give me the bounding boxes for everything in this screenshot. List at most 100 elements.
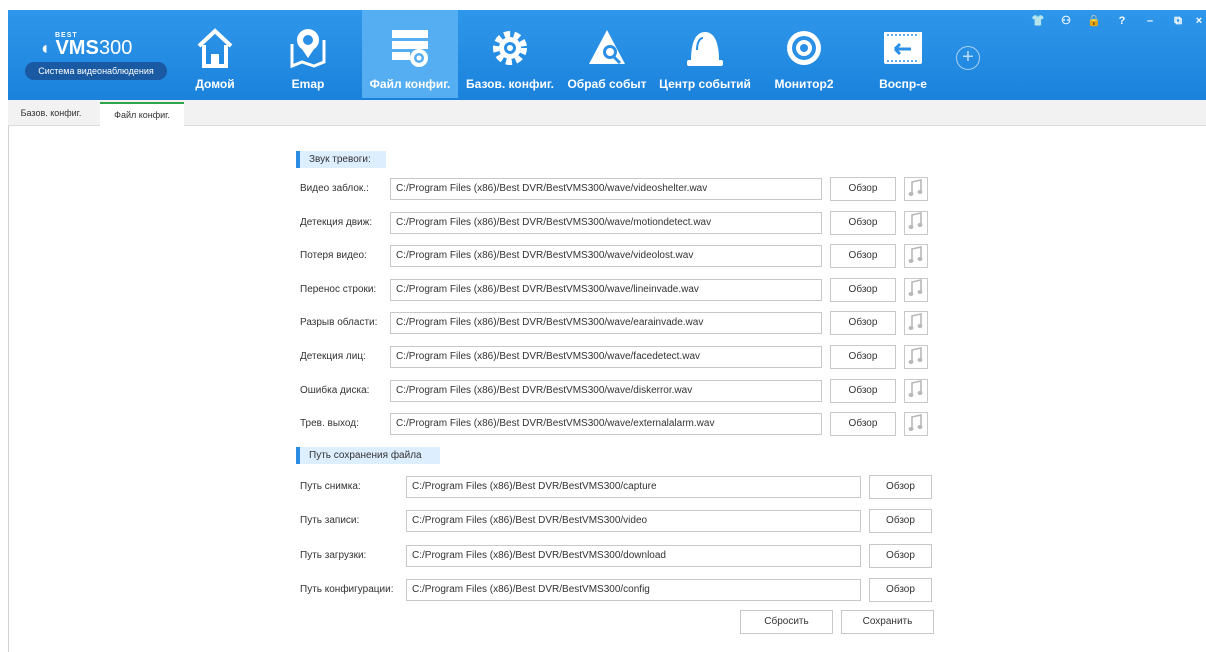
- nav-event-center[interactable]: Центр событий: [652, 10, 758, 98]
- save-path-field[interactable]: C:/Program Files (x86)/Best DVR/BestVMS3…: [406, 476, 861, 498]
- save-path-field[interactable]: C:/Program Files (x86)/Best DVR/BestVMS3…: [406, 578, 861, 601]
- playback-icon: [868, 26, 938, 70]
- alarm-sound-browse-button[interactable]: Обзор: [830, 412, 896, 437]
- alarm-sound-path-field[interactable]: C:/Program Files (x86)/Best DVR/BestVMS3…: [390, 178, 822, 200]
- alarm-sound-label: Перенос строки:: [300, 283, 377, 295]
- alarm-sound-label: Потеря видео:: [300, 250, 367, 262]
- alarm-sound-label: Детекция движ:: [300, 216, 373, 228]
- nav-emap[interactable]: Emap: [278, 10, 338, 98]
- home-icon: [180, 26, 250, 70]
- music-note-icon: [908, 413, 924, 435]
- alarm-sound-browse-button[interactable]: Обзор: [830, 244, 896, 269]
- save-path-browse-button[interactable]: Обзор: [869, 577, 932, 602]
- save-path-browse-button[interactable]: Обзор: [869, 543, 932, 568]
- logo-mark: ◖ BEST VMS: [39, 32, 99, 59]
- window-controls: 👕 ⚇ 🔒 ? – ⧉ ×: [1024, 10, 1206, 30]
- play-sound-button[interactable]: [904, 412, 928, 437]
- lock-icon[interactable]: 🔒: [1080, 10, 1108, 32]
- logo-vms: VMS: [55, 37, 99, 59]
- top-toolbar: ◖ BEST VMS 300 Система видеонаблюдения До…: [8, 10, 1206, 100]
- save-path-label: Путь снимка:: [300, 481, 361, 492]
- alarm-sound-path-field[interactable]: C:/Program Files (x86)/Best DVR/BestVMS3…: [390, 211, 822, 234]
- play-sound-button[interactable]: [904, 277, 928, 302]
- music-note-icon: [908, 212, 924, 233]
- save-path-field[interactable]: C:/Program Files (x86)/Best DVR/BestVMS3…: [406, 510, 861, 533]
- tab-file-config[interactable]: Файл конфиг.: [100, 102, 184, 126]
- alert-search-icon: [562, 26, 652, 70]
- play-sound-button[interactable]: [904, 244, 928, 269]
- nav-file-config-label: Файл конфиг.: [369, 77, 451, 91]
- gear-icon: [460, 26, 560, 70]
- play-sound-button[interactable]: [904, 177, 928, 201]
- help-icon[interactable]: ?: [1108, 10, 1136, 32]
- nav-monitor2[interactable]: Монитор2: [766, 10, 842, 98]
- alarm-sound-path-field[interactable]: C:/Program Files (x86)/Best DVR/BestVMS3…: [390, 346, 822, 368]
- tab-bar: Базов. конфиг. Файл конфиг.: [8, 100, 1206, 126]
- nav-home-label: Домой: [195, 77, 235, 91]
- nav-basic-config[interactable]: Базов. конфиг.: [460, 10, 560, 98]
- alarm-sound-label: Видео заблок.:: [300, 183, 369, 194]
- save-path-label: Путь записи:: [300, 515, 360, 527]
- alarm-sound-path-field[interactable]: C:/Program Files (x86)/Best DVR/BestVMS3…: [390, 278, 822, 301]
- play-sound-button[interactable]: [904, 210, 928, 235]
- logo-subtitle: Система видеонаблюдения: [25, 62, 167, 80]
- alarm-sound-path-field[interactable]: C:/Program Files (x86)/Best DVR/BestVMS3…: [390, 413, 822, 436]
- music-note-icon: [908, 380, 924, 401]
- nav-file-config[interactable]: Файл конфиг.: [362, 10, 458, 98]
- app-window: ◖ BEST VMS 300 Система видеонаблюдения До…: [0, 0, 1206, 652]
- monitor-eye-icon: [766, 26, 842, 70]
- alarm-sound-label: Ошибка диска:: [300, 384, 370, 396]
- restore-icon[interactable]: ⧉: [1164, 10, 1192, 32]
- alarm-sound-browse-button[interactable]: Обзор: [830, 378, 896, 403]
- app-logo: ◖ BEST VMS 300 Система видеонаблюдения: [25, 25, 167, 85]
- minimize-icon[interactable]: –: [1136, 10, 1164, 32]
- alarm-sound-path-field[interactable]: C:/Program Files (x86)/Best DVR/BestVMS3…: [390, 245, 822, 268]
- play-sound-button[interactable]: [904, 378, 928, 403]
- alarm-sound-browse-button[interactable]: Обзор: [830, 345, 896, 369]
- save-path-section-title: Путь сохранения файла: [296, 447, 440, 464]
- alarm-sound-path-field[interactable]: C:/Program Files (x86)/Best DVR/BestVMS3…: [390, 379, 822, 402]
- shirt-icon[interactable]: 👕: [1024, 10, 1052, 32]
- file-config-icon: [362, 26, 458, 70]
- reset-button[interactable]: Сбросить: [740, 610, 833, 634]
- nav-playback[interactable]: Воспр-е: [868, 10, 938, 98]
- nav-playback-label: Воспр-е: [879, 77, 927, 91]
- user-icon[interactable]: ⚇: [1052, 10, 1080, 32]
- logo-number: 300: [99, 37, 133, 59]
- nav-basic-config-label: Базов. конфиг.: [466, 77, 554, 91]
- alarm-sound-browse-button[interactable]: Обзор: [830, 210, 896, 235]
- logo-best: BEST: [55, 32, 78, 39]
- alarm-sound-section-title: Звук тревоги:: [296, 151, 386, 168]
- save-path-field[interactable]: C:/Program Files (x86)/Best DVR/BestVMS3…: [406, 544, 861, 567]
- play-sound-button[interactable]: [904, 311, 928, 336]
- music-note-icon: [908, 178, 924, 200]
- nav-event-handling[interactable]: Обраб событ: [562, 10, 652, 98]
- nav-emap-label: Emap: [291, 77, 325, 91]
- music-note-icon: [908, 279, 924, 300]
- alarm-sound-label: Детекция лиц:: [300, 351, 366, 362]
- close-icon[interactable]: ×: [1192, 10, 1206, 32]
- music-note-icon: [908, 312, 924, 334]
- nav-event-center-label: Центр событий: [659, 77, 751, 91]
- save-path-label: Путь загрузки:: [300, 549, 367, 561]
- nav-monitor2-label: Монитор2: [774, 77, 834, 91]
- save-button[interactable]: Сохранить: [841, 610, 934, 634]
- alarm-sound-browse-button[interactable]: Обзор: [830, 177, 896, 201]
- alarm-sound-browse-button[interactable]: Обзор: [830, 311, 896, 336]
- alarm-sound-label: Трев. выход:: [300, 418, 359, 430]
- alarm-sound-path-field[interactable]: C:/Program Files (x86)/Best DVR/BestVMS3…: [390, 312, 822, 335]
- music-note-icon: [908, 346, 924, 368]
- nav-home[interactable]: Домой: [180, 10, 250, 98]
- play-sound-button[interactable]: [904, 345, 928, 369]
- save-path-browse-button[interactable]: Обзор: [869, 509, 932, 534]
- music-note-icon: [908, 245, 924, 267]
- alarm-sound-label: Разрыв области:: [300, 317, 378, 329]
- left-divider: [8, 126, 9, 652]
- map-pin-icon: [278, 26, 338, 70]
- alarm-bell-icon: [652, 26, 758, 70]
- add-tab-button[interactable]: +: [956, 46, 980, 70]
- nav-event-handling-label: Обраб событ: [567, 77, 647, 91]
- alarm-sound-browse-button[interactable]: Обзор: [830, 277, 896, 302]
- tab-basic-config[interactable]: Базов. конфиг.: [8, 102, 94, 126]
- save-path-browse-button[interactable]: Обзор: [869, 475, 932, 499]
